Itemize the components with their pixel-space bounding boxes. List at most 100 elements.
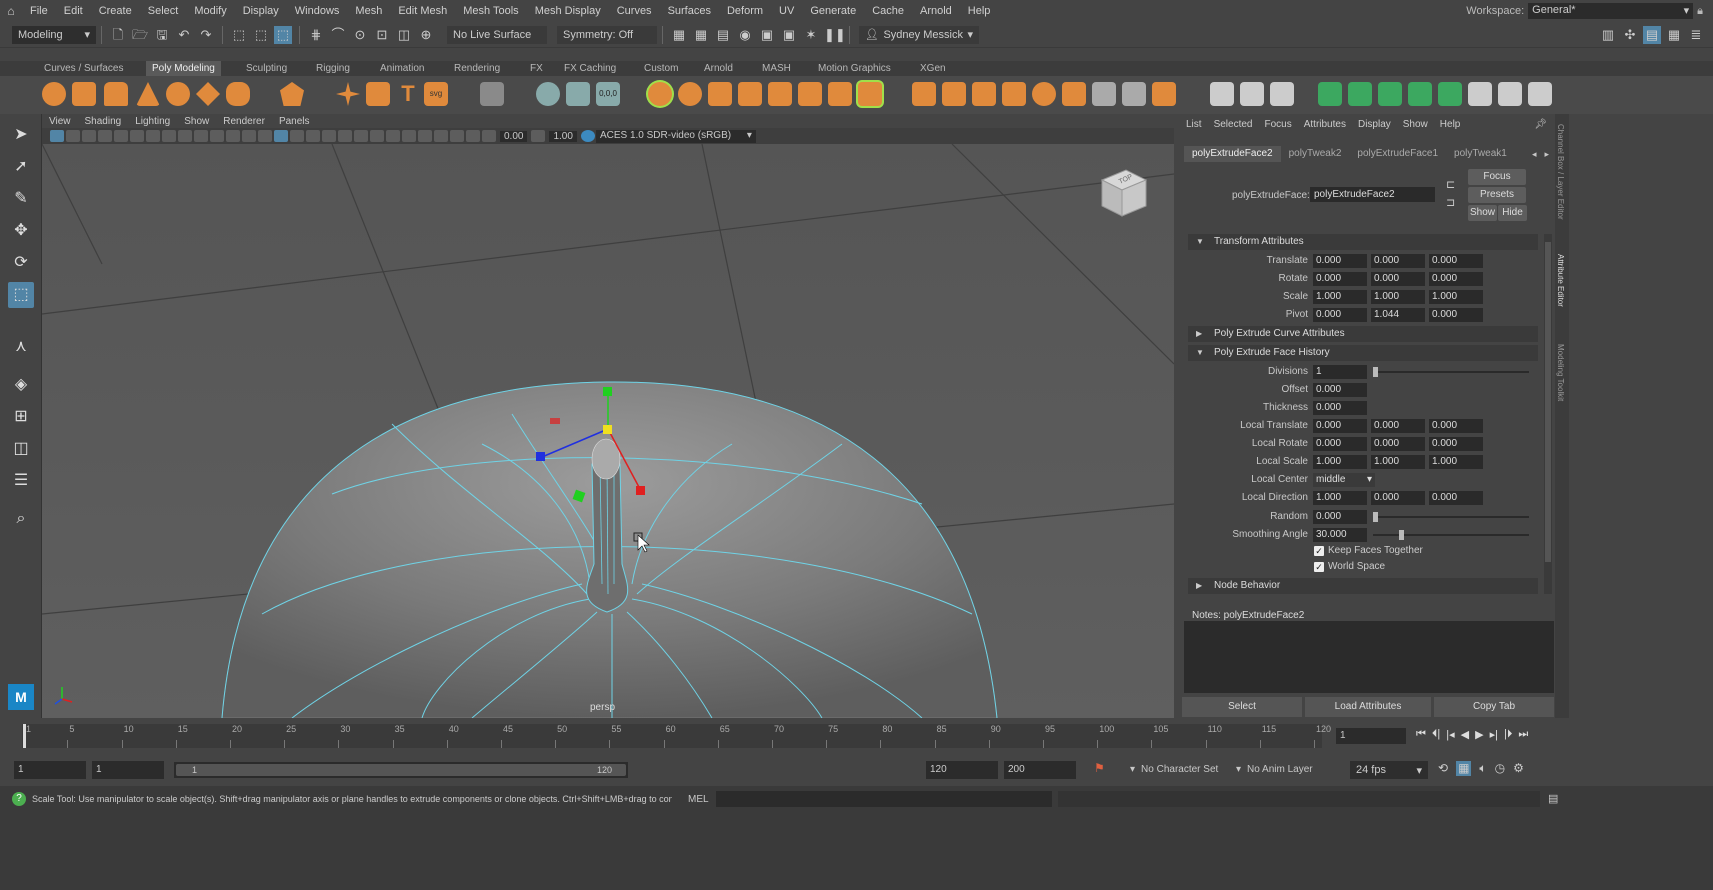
cylindrical-map-icon[interactable]	[1378, 82, 1402, 106]
wireframe-on-shaded-icon[interactable]	[290, 130, 304, 142]
resolution-gate-icon[interactable]	[178, 130, 192, 142]
smoothing-angle-field[interactable]: 30.000	[1313, 528, 1367, 542]
tab-polyextrudeface2[interactable]: polyExtrudeFace2	[1184, 146, 1281, 162]
snap-point-icon[interactable]: ⊙	[351, 26, 369, 44]
extrude-icon[interactable]	[738, 82, 762, 106]
snap-view-icon[interactable]: ⊡	[373, 26, 391, 44]
live-surface-field[interactable]: No Live Surface	[447, 25, 547, 44]
vp-menu-renderer[interactable]: Renderer	[216, 116, 272, 127]
menu-deform[interactable]: Deform	[719, 0, 771, 22]
play-backwards-icon[interactable]: ◀	[1461, 728, 1469, 741]
shelf-tab-mash[interactable]: MASH	[756, 61, 797, 76]
reduce-icon[interactable]	[1240, 82, 1264, 106]
anim-layer-dropdown[interactable]: ▾ No Anim Layer	[1236, 761, 1346, 779]
search-icon[interactable]: ⌕	[8, 506, 34, 532]
local-direction-y-field[interactable]: 0.000	[1371, 491, 1425, 505]
separate-icon[interactable]	[536, 82, 560, 106]
view-transform-dropdown[interactable]: ACES 1.0 SDR-video (sRGB) ▾	[595, 129, 756, 143]
tab-scroll-right-icon[interactable]: ▸	[1544, 149, 1549, 160]
divisions-field[interactable]: 1	[1313, 365, 1367, 379]
anim-end-field[interactable]: 120	[926, 761, 998, 779]
auto-map-icon[interactable]	[1438, 82, 1462, 106]
shadows-icon[interactable]	[338, 130, 352, 142]
step-back-key-icon[interactable]: ⏴|	[1432, 728, 1440, 741]
vp-menu-show[interactable]: Show	[177, 116, 216, 127]
rotate-tool-icon[interactable]: ⟳	[8, 250, 34, 276]
presets-button[interactable]: Presets	[1468, 187, 1526, 203]
snap-curve-icon[interactable]: ⌒	[329, 26, 347, 44]
snap-pivot-icon[interactable]: ⊕	[417, 26, 435, 44]
script-editor-icon[interactable]: ▤	[1548, 792, 1558, 805]
modeling-toolkit-toggle-icon[interactable]: ✣	[1621, 26, 1639, 44]
shelf-tab-sculpting[interactable]: Sculpting	[240, 61, 293, 76]
shelf-tab-custom[interactable]: Custom	[638, 61, 684, 76]
select-component-icon[interactable]: ⬚	[274, 25, 292, 44]
quad-draw-icon[interactable]	[1002, 82, 1026, 106]
select-object-icon[interactable]: ⬚	[252, 26, 270, 44]
character-set-dropdown[interactable]: ▾ No Character Set	[1130, 761, 1240, 779]
poly-sphere-icon[interactable]	[42, 82, 66, 106]
sound-icon[interactable]: 🔈︎	[1479, 761, 1486, 776]
menu-cache[interactable]: Cache	[864, 0, 912, 22]
local-rotate-y-field[interactable]: 0.000	[1371, 437, 1425, 451]
lasso-tool-icon[interactable]: ➚	[8, 154, 34, 180]
render-settings-icon[interactable]: ▤	[714, 26, 732, 44]
divisions-slider[interactable]	[1373, 371, 1529, 373]
render-current-icon[interactable]: ▦	[670, 26, 688, 44]
menu-create[interactable]: Create	[91, 0, 140, 22]
tab-polyextrudeface1[interactable]: polyExtrudeFace1	[1349, 146, 1446, 162]
menu-uv[interactable]: UV	[771, 0, 802, 22]
redo-icon[interactable]: ↷	[197, 26, 215, 44]
cache-playback-icon[interactable]: ▦	[1456, 761, 1472, 776]
keep-faces-together-checkbox[interactable]: ✓	[1314, 546, 1324, 556]
image-plane-icon[interactable]	[98, 130, 112, 142]
pivot-x-field[interactable]: 0.000	[1313, 308, 1367, 322]
cleanup-icon[interactable]	[1270, 82, 1294, 106]
shelf-tab-curves-surfaces[interactable]: Curves / Surfaces	[38, 61, 129, 76]
local-center-dropdown[interactable]: middle ▾	[1313, 473, 1375, 487]
open-scene-icon[interactable]: 🗁	[131, 26, 149, 44]
menu-windows[interactable]: Windows	[287, 0, 348, 22]
grease-pencil-icon[interactable]	[130, 130, 144, 142]
snap-grid-icon[interactable]: ⋕	[307, 26, 325, 44]
extrude-face-history-section[interactable]: ▼ Poly Extrude Face History	[1188, 345, 1538, 361]
go-to-start-icon[interactable]: ⏮	[1416, 728, 1426, 741]
node-behavior-section[interactable]: ▶ Node Behavior	[1188, 578, 1538, 594]
local-scale-x-field[interactable]: 1.000	[1313, 455, 1367, 469]
menu-display[interactable]: Display	[235, 0, 287, 22]
shelf-tab-rendering[interactable]: Rendering	[448, 61, 506, 76]
vp-menu-view[interactable]: View	[42, 116, 78, 127]
smooth-shade-icon[interactable]	[274, 130, 288, 142]
wireframe-icon[interactable]	[258, 130, 272, 142]
shelf-tab-fx[interactable]: FX	[524, 61, 549, 76]
fill-hole-icon[interactable]	[828, 82, 852, 106]
spherical-map-icon[interactable]	[1408, 82, 1432, 106]
gate-mask-icon[interactable]	[194, 130, 208, 142]
depth-of-field-icon[interactable]	[402, 130, 416, 142]
super-shape-icon[interactable]	[336, 82, 360, 106]
last-tool-icon[interactable]: ⋏	[8, 334, 34, 360]
ae-scrollbar-thumb[interactable]	[1545, 242, 1551, 562]
manip-z-handle[interactable]	[536, 452, 545, 461]
random-field[interactable]: 0.000	[1313, 510, 1367, 524]
multi-cut-icon[interactable]	[912, 82, 936, 106]
save-scene-icon[interactable]: 🖫	[153, 26, 171, 44]
undo-icon[interactable]: ↶	[175, 26, 193, 44]
layout-uv-icon[interactable]	[1498, 82, 1522, 106]
slide-edge-icon[interactable]	[1032, 82, 1056, 106]
xray-icon[interactable]	[434, 130, 448, 142]
go-to-end-icon[interactable]: ⏭	[1518, 728, 1528, 741]
append-polygon-icon[interactable]	[858, 82, 882, 106]
translate-x-field[interactable]: 0.000	[1313, 254, 1367, 268]
move-tool-icon[interactable]: ✥	[8, 218, 34, 244]
time-options-icon[interactable]: ◷	[1495, 761, 1505, 776]
fps-dropdown[interactable]: 24 fps ▾	[1350, 761, 1428, 779]
range-slider-track[interactable]: 1 120	[174, 762, 628, 778]
anti-aliasing-icon[interactable]	[386, 130, 400, 142]
shelf-tab-animation[interactable]: Animation	[374, 61, 430, 76]
type-text-icon[interactable]: T	[396, 82, 420, 106]
local-scale-z-field[interactable]: 1.000	[1429, 455, 1483, 469]
modeling-toolkit-side-tab[interactable]: Modeling Toolkit	[1556, 344, 1565, 401]
local-translate-z-field[interactable]: 0.000	[1429, 419, 1483, 433]
offset-edge-loop-icon[interactable]	[1062, 82, 1086, 106]
